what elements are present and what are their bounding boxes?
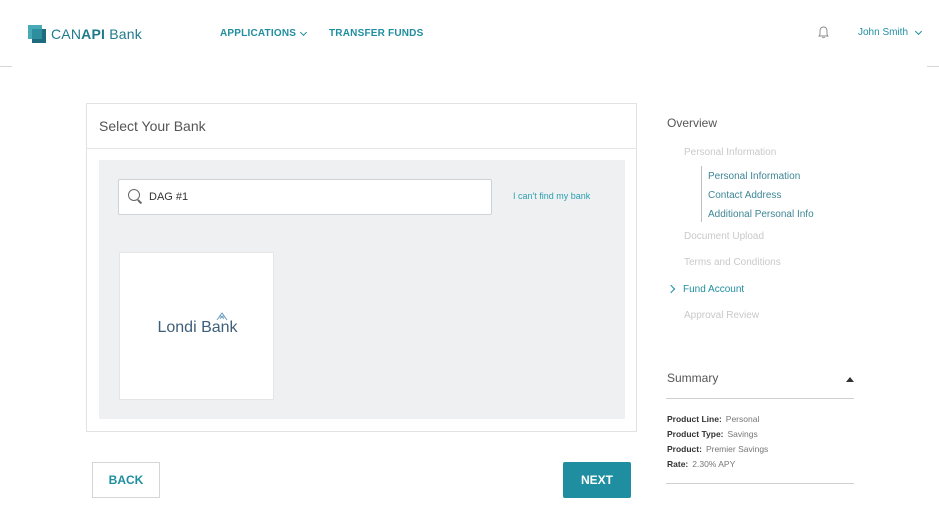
user-name: John Smith [858,27,909,38]
bank-search-field[interactable] [118,179,492,215]
summary-divider [666,398,854,399]
nav-applications-label: APPLICATIONS [220,28,297,39]
step-approval-review[interactable]: Approval Review [684,310,759,321]
select-bank-card: Select Your Bank I can't find my bank Lo… [86,103,637,432]
search-icon [128,189,144,205]
card-divider [87,148,636,149]
step-fund-account[interactable]: Fund Account [683,284,744,295]
chevron-right-icon [666,284,676,294]
top-header: CANAPI Bank APPLICATIONS TRANSFER FUNDS … [0,0,939,66]
cant-find-bank-link[interactable]: I can't find my bank [513,191,590,201]
summary-row: Product Type: Savings [667,429,758,439]
chevron-down-icon [300,28,308,36]
summary-divider [666,483,854,484]
caret-up-icon[interactable] [846,377,854,382]
substep-additional-info[interactable]: Additional Personal Info [708,209,814,220]
header-divider [0,66,939,67]
substep-personal-information[interactable]: Personal Information [708,171,800,182]
substep-contact-address[interactable]: Contact Address [708,190,781,201]
bank-result-tile[interactable]: Londi Bank [119,252,274,400]
app-logo[interactable]: CANAPI Bank [28,25,142,43]
bell-icon[interactable] [818,26,829,39]
overview-title: Overview [667,116,718,130]
back-button[interactable]: BACK [92,462,160,498]
page-title: Select Your Bank [99,118,206,134]
next-button[interactable]: NEXT [563,462,631,498]
user-menu[interactable]: John Smith [858,27,923,38]
summary-row: Rate: 2.30% APY [667,459,736,469]
nav-transfer-label: TRANSFER FUNDS [329,28,424,39]
bank-search-panel: I can't find my bank Londi Bank [99,160,625,419]
summary-row: Product: Premier Savings [667,444,769,454]
bank-name: Londi Bank [157,319,238,336]
summary-row: Product Line: Personal [667,414,760,424]
step-document-upload[interactable]: Document Upload [684,231,764,242]
substep-line [701,166,702,222]
step-terms-conditions[interactable]: Terms and Conditions [684,257,781,268]
chevron-down-icon [914,27,923,35]
nav-transfer-funds[interactable]: TRANSFER FUNDS [329,28,423,39]
bank-search-input[interactable] [149,191,469,203]
summary-title: Summary [667,371,719,385]
logo-text: CANAPI Bank [51,26,142,42]
step-personal-information[interactable]: Personal Information [684,147,776,158]
logo-mark-icon [28,25,46,43]
nav-applications[interactable]: APPLICATIONS [220,28,308,39]
